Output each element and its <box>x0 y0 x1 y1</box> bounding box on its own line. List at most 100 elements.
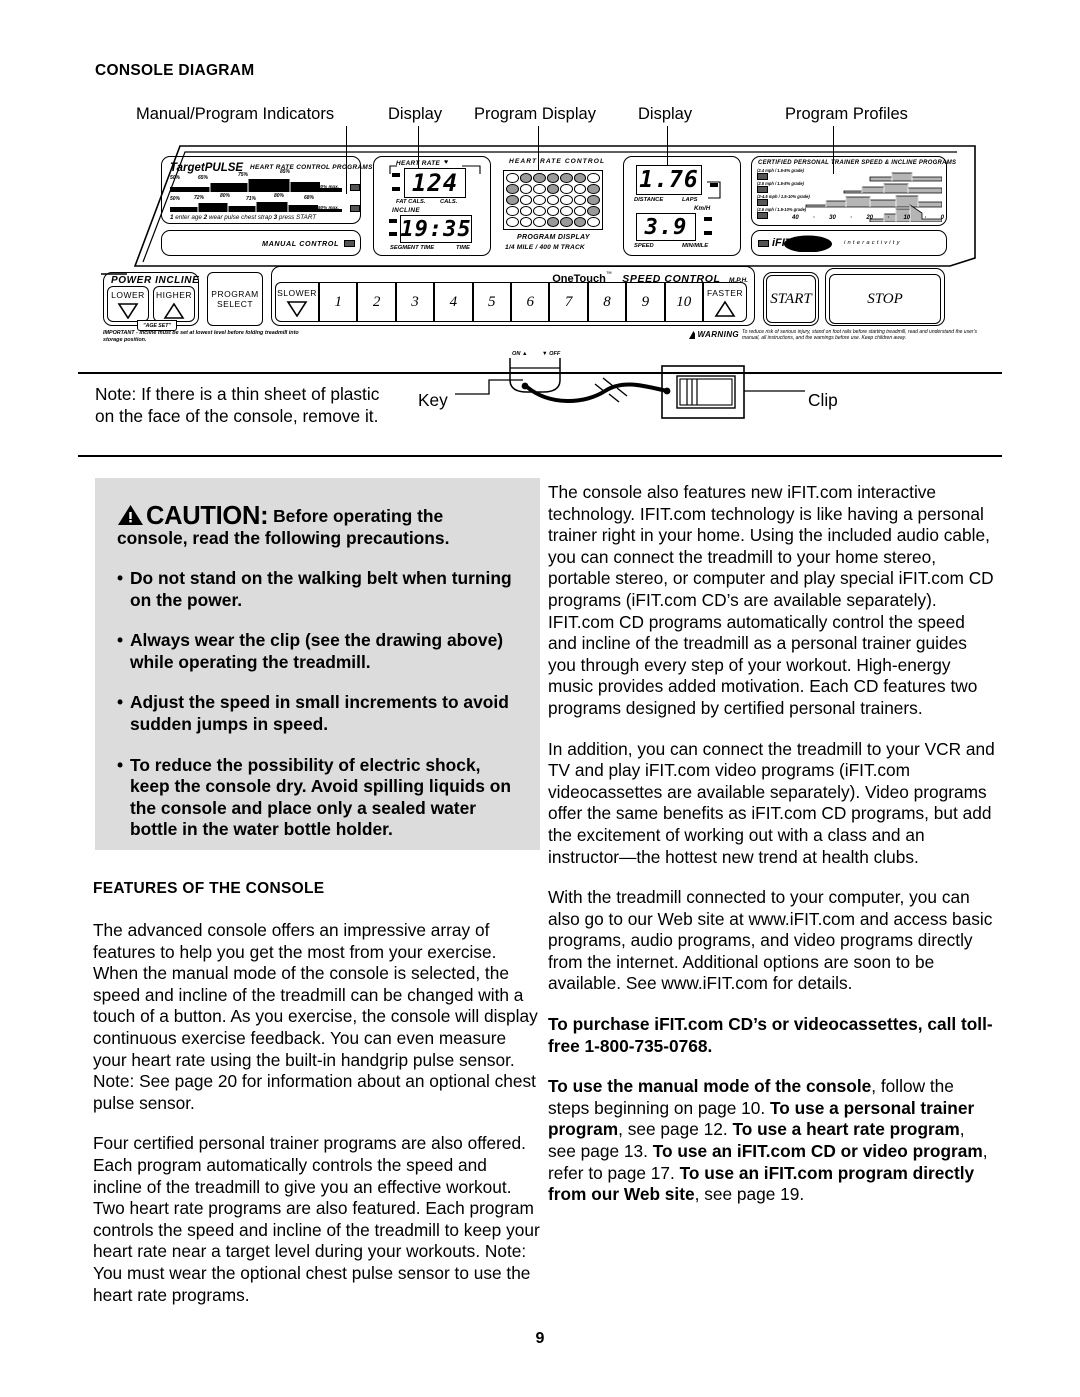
bullet-dot-icon: • <box>117 568 124 588</box>
incline-indicator-1 <box>389 219 397 223</box>
program-dot-2-2 <box>533 195 546 205</box>
tp-bot-label-0: 50% <box>170 196 181 202</box>
step-num-2: 2 <box>203 214 208 221</box>
min-mile-label: MIN/MILE <box>682 243 709 249</box>
bullet-dot-icon: • <box>117 754 124 775</box>
warning-fine-print: WARNING To reduce risk of serious injury… <box>689 329 989 342</box>
program-dot-1-5 <box>573 184 587 194</box>
axis-tick-1: · <box>812 215 815 221</box>
caution-bullet-text-0: Do not stand on the walking belt when tu… <box>130 568 512 610</box>
speed-key-7[interactable]: 7 <box>549 282 588 322</box>
program-dot-4-4 <box>560 217 573 227</box>
important-fine-print: IMPORTANT - Incline must be set at lowes… <box>103 330 299 343</box>
program-dot-1-6 <box>587 184 600 194</box>
page-number: 9 <box>535 1330 545 1347</box>
program-dot-3-5 <box>573 206 587 216</box>
caution-word: CAUTION <box>146 502 261 530</box>
program-select-button[interactable]: PROGRAM SELECT <box>207 272 263 326</box>
speed-slower-label: SLOWER <box>277 287 317 298</box>
speed-key-5[interactable]: 5 <box>472 282 511 322</box>
step-text-3: press START <box>278 214 317 221</box>
note-line-1: Note: If there is a thin sheet of plasti… <box>95 384 380 404</box>
indicator-led-top <box>350 184 360 191</box>
program-dot-2-4 <box>560 195 573 205</box>
axis-tick-0: 40 <box>792 215 799 221</box>
switch-off-label: ▼ OFF <box>542 351 561 357</box>
program-led-1 <box>757 186 768 193</box>
program-dot-1-1 <box>519 184 533 194</box>
caution-box: CAUTION: Before operating the console, r… <box>95 478 540 850</box>
speed-key-10[interactable]: 10 <box>664 282 703 322</box>
speed-key-label-3: 3 <box>411 293 419 310</box>
ifit-brand-panel: iFIT.com i n t e r a c t i v i t y <box>751 230 947 256</box>
caution-bullet-1: • Always wear the clip (see the drawing a… <box>117 630 516 673</box>
power-incline-title: POWER INCLINE <box>111 275 200 286</box>
speed-key-8[interactable]: 8 <box>587 282 627 322</box>
tp-top-label-0: 50% <box>170 175 181 181</box>
speed-key-label-1: 1 <box>334 293 342 310</box>
left-column: FEATURES OF THE CONSOLE The advanced con… <box>93 880 540 1325</box>
speed-key-6[interactable]: 6 <box>511 282 550 322</box>
program-select-label-1: PROGRAM <box>211 289 259 299</box>
tp-bot-label-4: 80% <box>274 193 285 199</box>
heart-rate-value: 124 <box>404 168 466 198</box>
incline-higher-button[interactable]: HIGHER <box>153 286 195 322</box>
program-dot-2-1 <box>519 195 533 205</box>
laps-label: LAPS <box>682 197 698 203</box>
program-dot-3-2 <box>533 206 546 216</box>
onetouch-tm: ™ <box>605 271 612 278</box>
program-dot-1-0 <box>506 184 519 194</box>
program-dot-3-0 <box>506 206 519 216</box>
stop-button[interactable]: STOP <box>829 274 941 324</box>
ifit-tagline: i n t e r a c t i v i t y <box>844 240 900 246</box>
program-display-dot-matrix <box>503 170 603 230</box>
program-led-3 <box>757 212 768 219</box>
fat-cals-label: FAT CALS. <box>396 199 426 205</box>
purchase-info: To purchase iFIT.com CD’s or videocasset… <box>548 1014 993 1056</box>
incline-lower-button[interactable]: LOWER <box>107 286 149 322</box>
program-dot-2-5 <box>573 195 587 205</box>
instruction-bold-2: To use a heart rate program <box>732 1119 960 1140</box>
step-num-1: 1 <box>170 214 174 221</box>
axis-tick-4: 20 <box>866 215 873 221</box>
program-dot-1-3 <box>546 184 560 194</box>
caution-bullet-text-3: To reduce the possibility of electric sh… <box>130 754 512 840</box>
callout-display-left: Display <box>388 105 443 123</box>
program-dot-4-3 <box>546 217 560 227</box>
incline-label: INCLINE <box>392 207 421 214</box>
triangle-up-icon <box>714 300 736 317</box>
program-dot-2-3 <box>546 195 560 205</box>
start-button[interactable]: START <box>766 275 816 323</box>
targetpulse-panel: TargetPULSE HEART RATE CONTROL PROGRAMS … <box>161 156 372 224</box>
incline-higher-label: HIGHER <box>155 289 193 300</box>
instruction-normal-4: , see page 19. <box>694 1184 805 1205</box>
speed-key-3[interactable]: 3 <box>395 282 435 322</box>
tp-bot-label-5: 68% <box>304 195 315 201</box>
speed-faster-label: FASTER <box>706 287 744 298</box>
cals-label: CALS. <box>440 199 458 205</box>
plastic-sheet-note: Note: If there is a thin sheet of plasti… <box>95 384 379 427</box>
caution-bullet-3: • To reduce the possibility of electric s… <box>117 755 516 841</box>
speed-key-2[interactable]: 2 <box>357 282 396 322</box>
speed-faster-button[interactable]: FASTER <box>703 282 747 322</box>
instructions-paragraph: To use the manual mode of the console, f… <box>548 1076 995 1206</box>
targetpulse-steps: 1 enter age 2 wear pulse chest strap 3 p… <box>170 214 316 221</box>
axis-tick-3: · <box>850 215 853 221</box>
display-left-panel: HEART RATE ♥ 124 FAT CALS. CALS. INCLINE… <box>373 156 491 256</box>
speed-key-1[interactable]: 1 <box>319 282 358 322</box>
speed-key-9[interactable]: 9 <box>626 282 665 322</box>
manual-control-label: MANUAL CONTROL <box>262 239 339 248</box>
targetpulse-brand: TargetPULSE <box>170 162 244 174</box>
program-dot-3-4 <box>560 206 573 216</box>
program-dot-3-1 <box>519 206 533 216</box>
tp-bot-label-1: 72% <box>194 195 205 201</box>
incline-lower-label: LOWER <box>111 289 145 300</box>
program-profiles-title: CERTIFIED PERSONAL TRAINER SPEED & INCLI… <box>758 160 957 166</box>
speed-slower-button[interactable]: SLOWER <box>275 282 319 322</box>
program-profiles-panel: CERTIFIED PERSONAL TRAINER SPEED & INCLI… <box>751 156 956 226</box>
speed-indicator-2 <box>704 231 712 235</box>
speed-key-4[interactable]: 4 <box>434 282 473 322</box>
targetpulse-subtitle: HEART RATE CONTROL PROGRAMS <box>250 164 373 171</box>
step-num-3: 3 <box>273 214 278 221</box>
callout-program-display: Program Display <box>474 105 596 123</box>
